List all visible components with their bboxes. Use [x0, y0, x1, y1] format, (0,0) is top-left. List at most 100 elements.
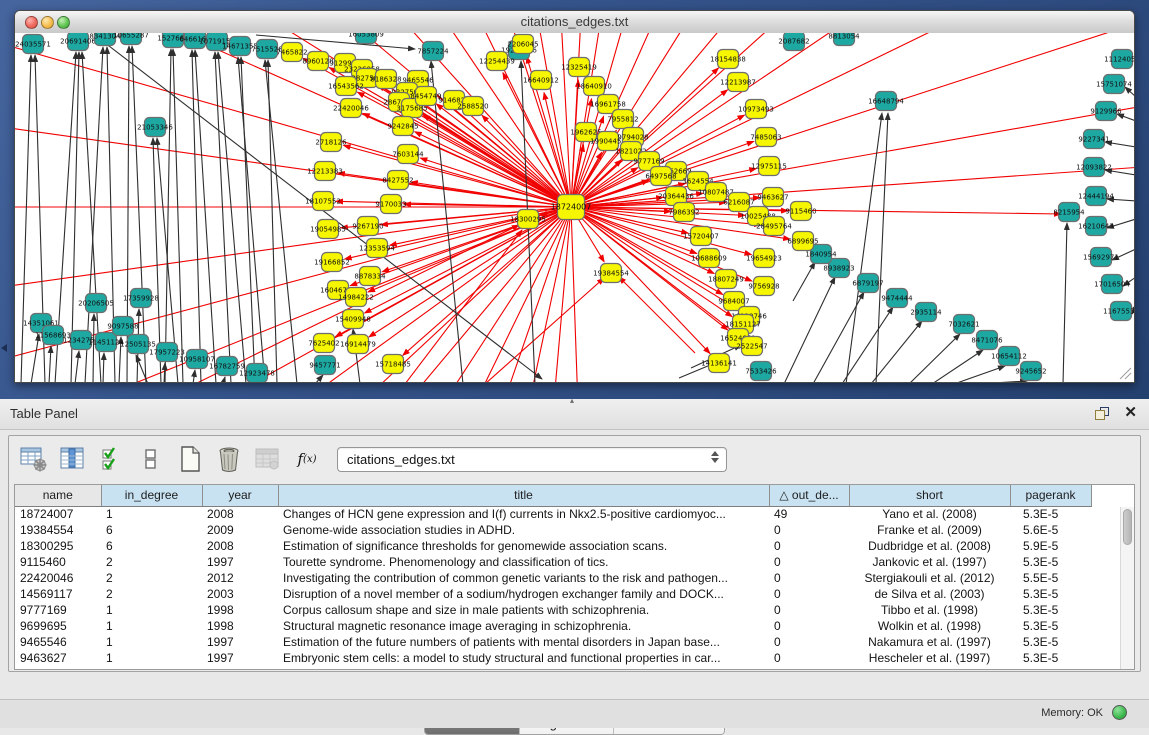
column-header-pagerank[interactable]: pagerank [1010, 485, 1091, 506]
graph-node[interactable]: 16053809 [348, 33, 384, 44]
row-height-icon[interactable] [137, 445, 165, 473]
graph-node[interactable]: 6879197 [852, 274, 883, 293]
graph-node[interactable]: 14136141 [701, 354, 737, 373]
table-row[interactable]: 911546021997Tourette syndrome. Phenomeno… [15, 554, 1091, 570]
node-table-grid[interactable]: namein_degreeyeartitle△ out_de...shortpa… [15, 485, 1092, 666]
table-settings-icon[interactable] [20, 445, 48, 473]
graph-node[interactable]: 2087682 [778, 33, 809, 51]
graph-node[interactable]: 15751074 [1096, 75, 1132, 94]
graph-node[interactable]: 12213383 [307, 162, 343, 181]
graph-node[interactable]: 9457771 [309, 356, 340, 375]
close-panel-icon[interactable]: ✕ [1124, 404, 1137, 422]
graph-node[interactable]: 18640910 [576, 77, 612, 96]
graph-node[interactable]: 15718485 [375, 355, 411, 374]
graph-node[interactable]: 16210643 [1078, 217, 1114, 236]
graph-node[interactable]: 8427552 [382, 171, 413, 190]
graph-node[interactable]: 16648794 [868, 92, 904, 111]
graph-node[interactable]: 7603144 [392, 145, 424, 164]
new-table-icon[interactable] [176, 445, 204, 473]
table-row[interactable]: 969969511998Structural magnetic resonanc… [15, 618, 1091, 634]
graph-node[interactable]: 9756928 [748, 277, 779, 296]
panel-splitter-handle[interactable]: ▴ [570, 396, 573, 405]
graph-node[interactable]: 9227341 [1078, 130, 1109, 149]
graph-node[interactable]: 15720407 [683, 227, 719, 246]
graph-node[interactable]: 7032621 [948, 315, 979, 334]
graph-node[interactable]: 16640912 [523, 71, 559, 90]
graph-node[interactable]: 9474444 [881, 289, 913, 308]
graph-node[interactable]: 19054985 [310, 220, 346, 239]
graph-node[interactable]: 17359928 [123, 289, 159, 308]
graph-node[interactable]: 2935114 [910, 303, 942, 322]
svg-text:6899695: 6899695 [787, 238, 818, 246]
graph-node[interactable]: 17016504 [1094, 275, 1130, 294]
graph-node[interactable]: 10655287 [113, 33, 149, 45]
graph-node[interactable]: 8813054 [828, 33, 860, 46]
select-column-icon[interactable] [59, 445, 87, 473]
graph-node[interactable]: 12444194 [1078, 187, 1114, 206]
table-row[interactable]: 946554611997Estimation of the future num… [15, 634, 1091, 650]
table-row[interactable]: 1872400712008Changes of HCN gene express… [15, 506, 1091, 522]
graph-node[interactable]: 18154838 [710, 50, 746, 69]
graph-node[interactable]: 20206505 [78, 294, 114, 313]
delete-table-icon[interactable] [215, 445, 243, 473]
graph-node[interactable]: 19654923 [746, 249, 782, 268]
float-panel-icon[interactable] [1095, 407, 1109, 420]
graph-node[interactable]: 7533426 [745, 362, 777, 381]
graph-node[interactable]: 15692971 [1083, 248, 1119, 267]
table-row[interactable]: 2242004622012Investigating the contribut… [15, 570, 1091, 586]
table-scrollbar-thumb[interactable] [1123, 509, 1132, 545]
table-row[interactable]: 1938455462009Genome-wide association stu… [15, 522, 1091, 538]
network-canvas[interactable]: 1872400718300295193845542403557120691406… [15, 33, 1134, 382]
table-row[interactable]: 1456911722003Disruption of a novel membe… [15, 586, 1091, 602]
column-header-out_de[interactable]: △ out_de... [769, 485, 849, 506]
graph-node[interactable]: 9170033 [375, 195, 406, 214]
column-header-title[interactable]: title [278, 485, 769, 506]
graph-node[interactable]: 9129966 [1090, 102, 1122, 121]
window-resize-grip-icon[interactable] [1116, 364, 1132, 380]
control-panel-collapse-arrow-icon[interactable] [1, 344, 7, 352]
table-row[interactable]: 977716911998Corpus callosum shape and si… [15, 602, 1091, 618]
svg-text:8454749: 8454749 [410, 93, 441, 101]
graph-node[interactable]: 18107552 [305, 192, 341, 211]
table-row[interactable]: 946362711997Embryonic stem cells: a mode… [15, 650, 1091, 666]
network-window-titlebar[interactable]: citations_edges.txt [15, 11, 1134, 34]
column-header-year[interactable]: year [202, 485, 278, 506]
svg-text:2522547: 2522547 [736, 343, 767, 351]
select-all-icon[interactable] [98, 445, 126, 473]
table-panel-titlebar[interactable]: ▴ Table Panel ✕ [0, 399, 1149, 430]
graph-node[interactable]: 11124057 [1104, 50, 1134, 69]
graph-node[interactable]: 12975115 [751, 157, 787, 176]
graph-node[interactable]: 8471076 [971, 331, 1003, 350]
graph-node[interactable]: 9245652 [1015, 362, 1046, 381]
graph-node[interactable]: 19384554 [593, 264, 629, 283]
network-window[interactable]: citations_edges.txt 18724007183002951938… [14, 10, 1135, 383]
graph-node[interactable]: 9115460 [785, 202, 816, 221]
graph-node[interactable]: 21053346 [137, 118, 173, 137]
graph-node[interactable]: 12093822 [1076, 158, 1112, 177]
graph-node[interactable]: 12213987 [720, 73, 756, 92]
graph-node[interactable]: 10688609 [691, 249, 727, 268]
table-selector-dropdown[interactable]: citations_edges.txt [337, 447, 727, 472]
graph-node[interactable]: 9267190 [352, 217, 383, 236]
graph-node[interactable]: 8215954 [1053, 203, 1085, 222]
column-header-short[interactable]: short [849, 485, 1010, 506]
graph-node[interactable]: 19166852 [314, 253, 350, 272]
graph-node[interactable]: 9463627 [757, 188, 788, 207]
table-row[interactable]: 1830029562008Estimation of significance … [15, 538, 1091, 554]
memory-status-indicator[interactable] [1112, 705, 1127, 720]
citation-network-graph[interactable]: 1872400718300295193845542403557120691406… [15, 33, 1134, 382]
function-builder-icon[interactable]: f(x) [293, 445, 321, 473]
column-header-name[interactable]: name [15, 485, 101, 506]
svg-text:12975115: 12975115 [751, 163, 787, 171]
graph-node[interactable]: 12325419 [561, 58, 597, 77]
svg-text:11675533: 11675533 [1103, 308, 1134, 316]
graph-node[interactable]: 16914479 [340, 335, 376, 354]
graph-node[interactable]: 18807249 [708, 270, 744, 289]
svg-text:12353594: 12353594 [359, 245, 395, 253]
graph-node[interactable]: 24035571 [15, 35, 51, 54]
column-header-in_degree[interactable]: in_degree [101, 485, 202, 506]
graph-node[interactable]: 7485063 [750, 128, 781, 147]
graph-node[interactable]: 11675533 [1103, 302, 1134, 321]
table-scrollbar[interactable] [1120, 507, 1134, 669]
graph-node[interactable]: 7857224 [417, 42, 449, 61]
